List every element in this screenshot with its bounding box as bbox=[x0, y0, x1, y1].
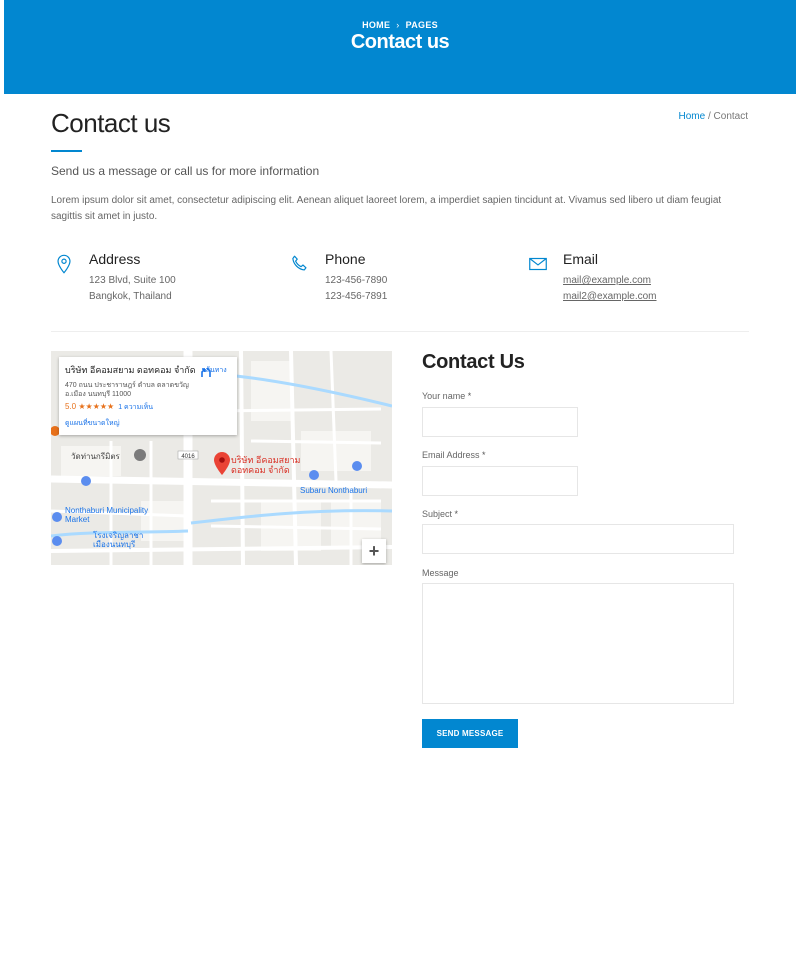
email-label: Email Address * bbox=[422, 450, 486, 460]
subject-label: Subject * bbox=[422, 509, 458, 519]
breadcrumb-current: Contact bbox=[713, 111, 748, 122]
breadcrumb-separator: / bbox=[705, 111, 714, 122]
section-divider bbox=[51, 331, 749, 332]
page-title: Contact us bbox=[51, 108, 171, 138]
address-line-1: 123 Blvd, Suite 100 bbox=[89, 275, 176, 286]
map-zoom-in-button[interactable]: + bbox=[362, 539, 386, 563]
hero-banner: HOME › PAGES Contact us bbox=[4, 0, 796, 94]
required-mark: * bbox=[454, 509, 459, 519]
map-label-market: วัดท่านกรีมิตร bbox=[71, 452, 120, 461]
name-input[interactable] bbox=[422, 407, 578, 437]
embedded-map[interactable]: 4016 วัดท่านกรีมิตร Subaru Nonthaburi No… bbox=[51, 351, 392, 565]
address-title: Address bbox=[89, 251, 141, 267]
breadcrumb: Home / Contact bbox=[679, 111, 749, 122]
road-badge: 4016 bbox=[181, 454, 195, 460]
phone-line-1[interactable]: 123-456-7890 bbox=[325, 275, 387, 286]
map-label-subaru: Subaru Nonthaburi bbox=[300, 486, 368, 495]
intro-paragraph: Lorem ipsum dolor sit amet, consectetur … bbox=[51, 195, 722, 222]
send-message-button[interactable]: SEND MESSAGE bbox=[422, 719, 518, 748]
directions-icon bbox=[201, 367, 211, 377]
required-mark: * bbox=[482, 450, 486, 460]
phone-line-2[interactable]: 123-456-7891 bbox=[325, 291, 387, 302]
message-label: Message bbox=[422, 568, 459, 578]
name-label: Your name * bbox=[422, 391, 471, 401]
phone-title: Phone bbox=[325, 251, 366, 267]
hero-title: Contact us bbox=[350, 31, 450, 53]
map-place-card: บริษัท อีคอมสยาม ดอทคอม จำกัด 470 ถนน ปร… bbox=[59, 357, 237, 435]
form-title: Contact Us bbox=[422, 351, 525, 373]
map-label-hospital: โรงเจริญลาชา เมืองนนทบุรี bbox=[93, 531, 144, 549]
phone-icon bbox=[292, 255, 307, 271]
envelope-icon bbox=[529, 257, 547, 271]
email-link-2[interactable]: mail2@example.com bbox=[563, 291, 657, 302]
subject-label-text: Subject bbox=[422, 509, 453, 519]
page-subtitle: Send us a message or call us for more in… bbox=[51, 164, 320, 178]
map-directions-button[interactable]: เส้นทาง bbox=[199, 365, 231, 377]
message-textarea[interactable] bbox=[422, 583, 734, 704]
map-rating: 5.0 ★★★★★ 1 ความเห็น bbox=[65, 402, 231, 413]
map-pin-label: บริษัท อีคอมสยาม ดอทคอม จำกัด bbox=[231, 455, 301, 475]
email-title: Email bbox=[563, 251, 599, 267]
map-larger-link[interactable]: ดูแผนที่ขนาดใหญ่ bbox=[65, 418, 231, 429]
email-label-text: Email Address bbox=[422, 450, 480, 460]
hero-breadcrumb: HOME › PAGES bbox=[4, 20, 796, 30]
map-label-municipality-market: Nonthaburi Municipality Market bbox=[65, 506, 149, 524]
hero-breadcrumb-home[interactable]: HOME bbox=[362, 20, 390, 30]
address-line-2: Bangkok, Thailand bbox=[89, 291, 172, 302]
hero-breadcrumb-pages[interactable]: PAGES bbox=[406, 20, 438, 30]
name-label-text: Your name bbox=[422, 391, 466, 401]
title-underline bbox=[51, 150, 82, 152]
map-pin-icon bbox=[57, 254, 71, 274]
map-rating-value: 5.0 bbox=[65, 402, 77, 411]
star-rating-icon: ★★★★★ bbox=[78, 402, 115, 411]
subject-input[interactable] bbox=[422, 524, 734, 554]
email-input[interactable] bbox=[422, 466, 578, 496]
map-reviews-link[interactable]: 1 ความเห็น bbox=[118, 404, 153, 411]
map-place-address: 470 ถนน ประชาราษฎร์ ตำบล ตลาดขวัญ อ.เมือ… bbox=[65, 382, 189, 398]
email-link-1[interactable]: mail@example.com bbox=[563, 275, 651, 286]
breadcrumb-home-link[interactable]: Home bbox=[679, 111, 706, 122]
breadcrumb-separator: › bbox=[396, 20, 400, 30]
required-mark: * bbox=[467, 391, 472, 401]
